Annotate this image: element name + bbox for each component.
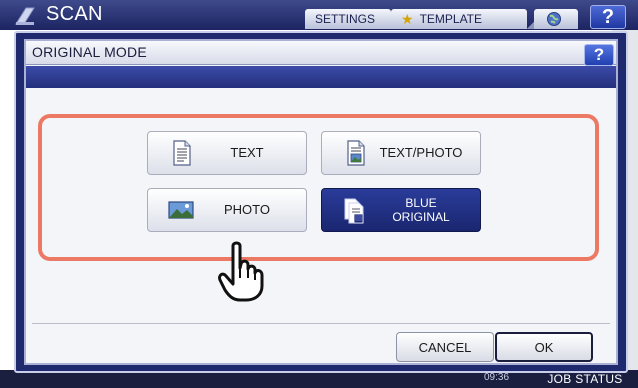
text-photo-document-icon: [347, 140, 365, 166]
star-icon: ★: [401, 10, 414, 27]
text-photo-mode-label: TEXT/PHOTO: [379, 145, 463, 160]
dialog-titlebar: ORIGINAL MODE ?: [26, 41, 616, 66]
photo-mode-label: PHOTO: [224, 202, 270, 217]
dialog-help-button[interactable]: ?: [584, 44, 614, 66]
dialog-panel: ORIGINAL MODE ? TEXT TEXT/PHOTO PHOTO BL…: [24, 39, 618, 365]
settings-tab-button[interactable]: SETTINGS: [305, 9, 399, 29]
photo-mode-button[interactable]: PHOTO: [147, 188, 307, 232]
cancel-button[interactable]: CANCEL: [396, 332, 494, 362]
app-title: SCAN: [46, 3, 103, 25]
dialog-title: ORIGINAL MODE: [32, 44, 147, 60]
dialog-header-band: [26, 66, 616, 88]
settings-tab-label: SETTINGS: [315, 12, 376, 26]
text-document-icon: [173, 140, 191, 166]
template-tab-button[interactable]: ★ TEMPLATE: [391, 9, 535, 29]
text-mode-label: TEXT: [230, 145, 264, 160]
photo-icon: [168, 201, 194, 219]
blue-original-label-line2: ORIGINAL: [392, 210, 450, 224]
blue-original-mode-label: BLUE ORIGINAL: [370, 196, 480, 224]
ok-button[interactable]: OK: [495, 332, 593, 362]
template-tab-label: TEMPLATE: [419, 12, 483, 26]
scan-app-icon: [15, 7, 35, 25]
text-mode-button[interactable]: TEXT: [147, 131, 307, 175]
clock-time: 09:36: [484, 372, 510, 383]
blue-original-label-line1: BLUE: [405, 196, 437, 210]
pointing-hand-cursor-icon: [218, 241, 264, 302]
original-mode-dialog: ORIGINAL MODE ? TEXT TEXT/PHOTO PHOTO BL…: [14, 31, 628, 373]
dialog-divider: [32, 323, 610, 324]
language-button[interactable]: [534, 9, 578, 29]
dialog-body: TEXT TEXT/PHOTO PHOTO BLUE ORIGINAL CANC…: [26, 88, 616, 363]
header-help-button[interactable]: ?: [590, 5, 626, 29]
globe-icon: [547, 12, 561, 26]
text-photo-mode-button[interactable]: TEXT/PHOTO: [321, 131, 481, 175]
options-highlight-frame: [38, 114, 599, 261]
blue-original-icon: [344, 198, 364, 224]
blue-original-mode-button[interactable]: BLUE ORIGINAL: [321, 188, 481, 232]
